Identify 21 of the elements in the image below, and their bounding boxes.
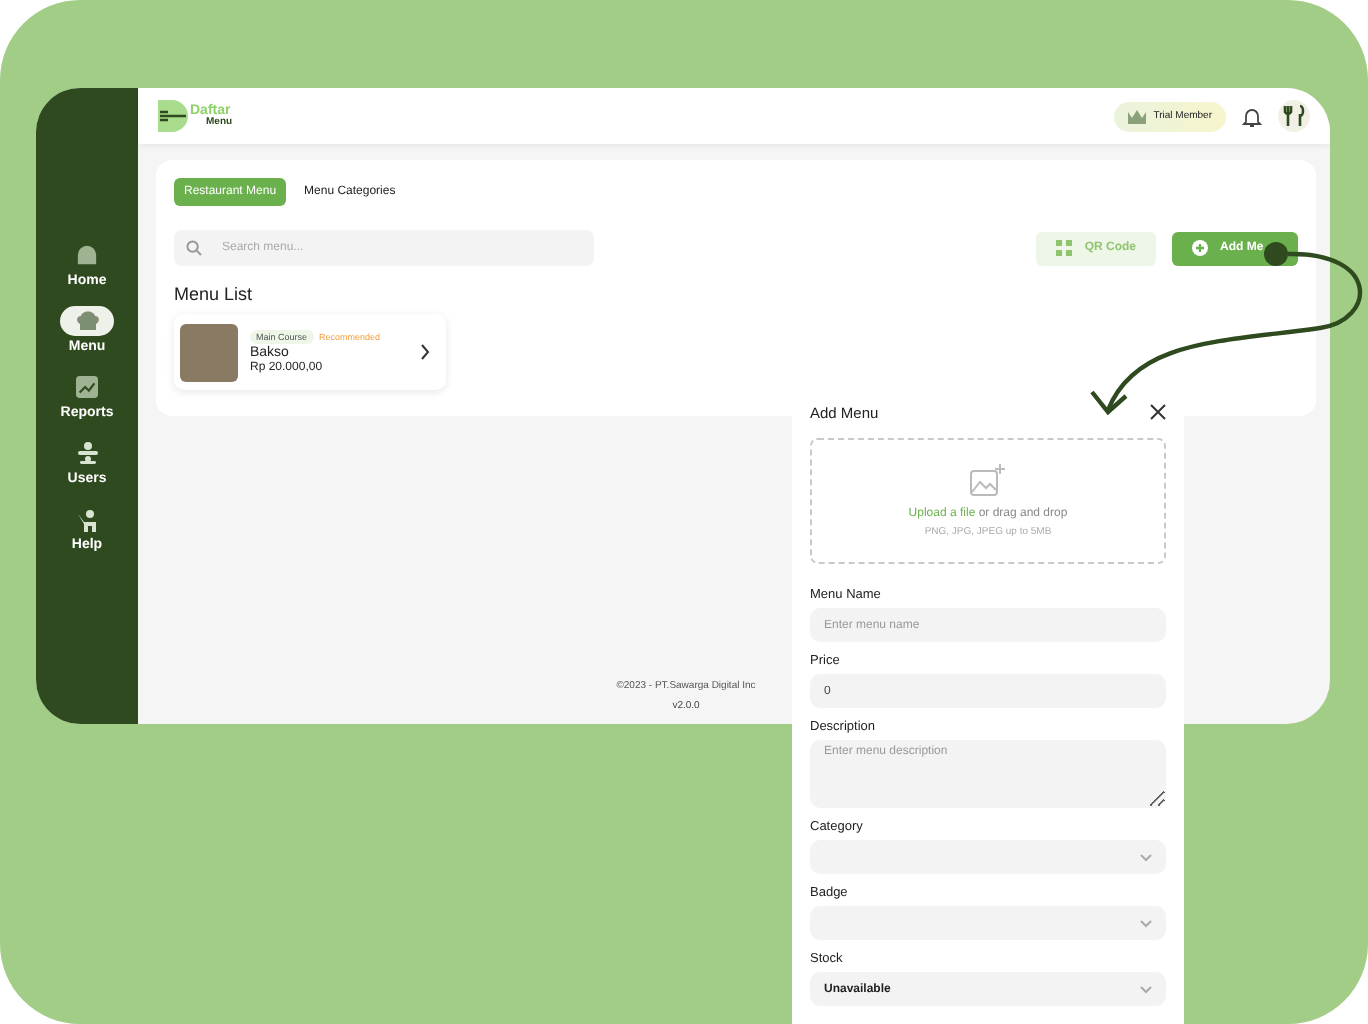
users-icon (75, 442, 99, 464)
chevron-down-icon (1140, 985, 1152, 993)
chart-icon (76, 376, 98, 398)
fork-spoon-avatar-icon[interactable] (1278, 100, 1310, 132)
chevron-down-icon (1140, 919, 1152, 927)
crown-icon (1127, 109, 1146, 123)
select-field[interactable] (810, 840, 1166, 874)
select-field[interactable] (810, 906, 1166, 940)
qr-code-icon (1056, 240, 1073, 256)
chef-hat-icon (75, 310, 99, 332)
arrow-start-dot (1264, 242, 1288, 266)
plus-circle-icon (1192, 240, 1208, 256)
chevron-down-icon (1140, 853, 1152, 861)
close-icon[interactable] (1150, 404, 1166, 420)
image-plus-icon (970, 464, 1006, 496)
section-title: Menu List (174, 284, 255, 304)
photo-placeholder (180, 323, 238, 381)
bell-icon[interactable] (1242, 105, 1262, 127)
chevron-right-icon (420, 344, 430, 360)
search-icon (186, 240, 202, 256)
fork-logo-icon (158, 100, 188, 132)
